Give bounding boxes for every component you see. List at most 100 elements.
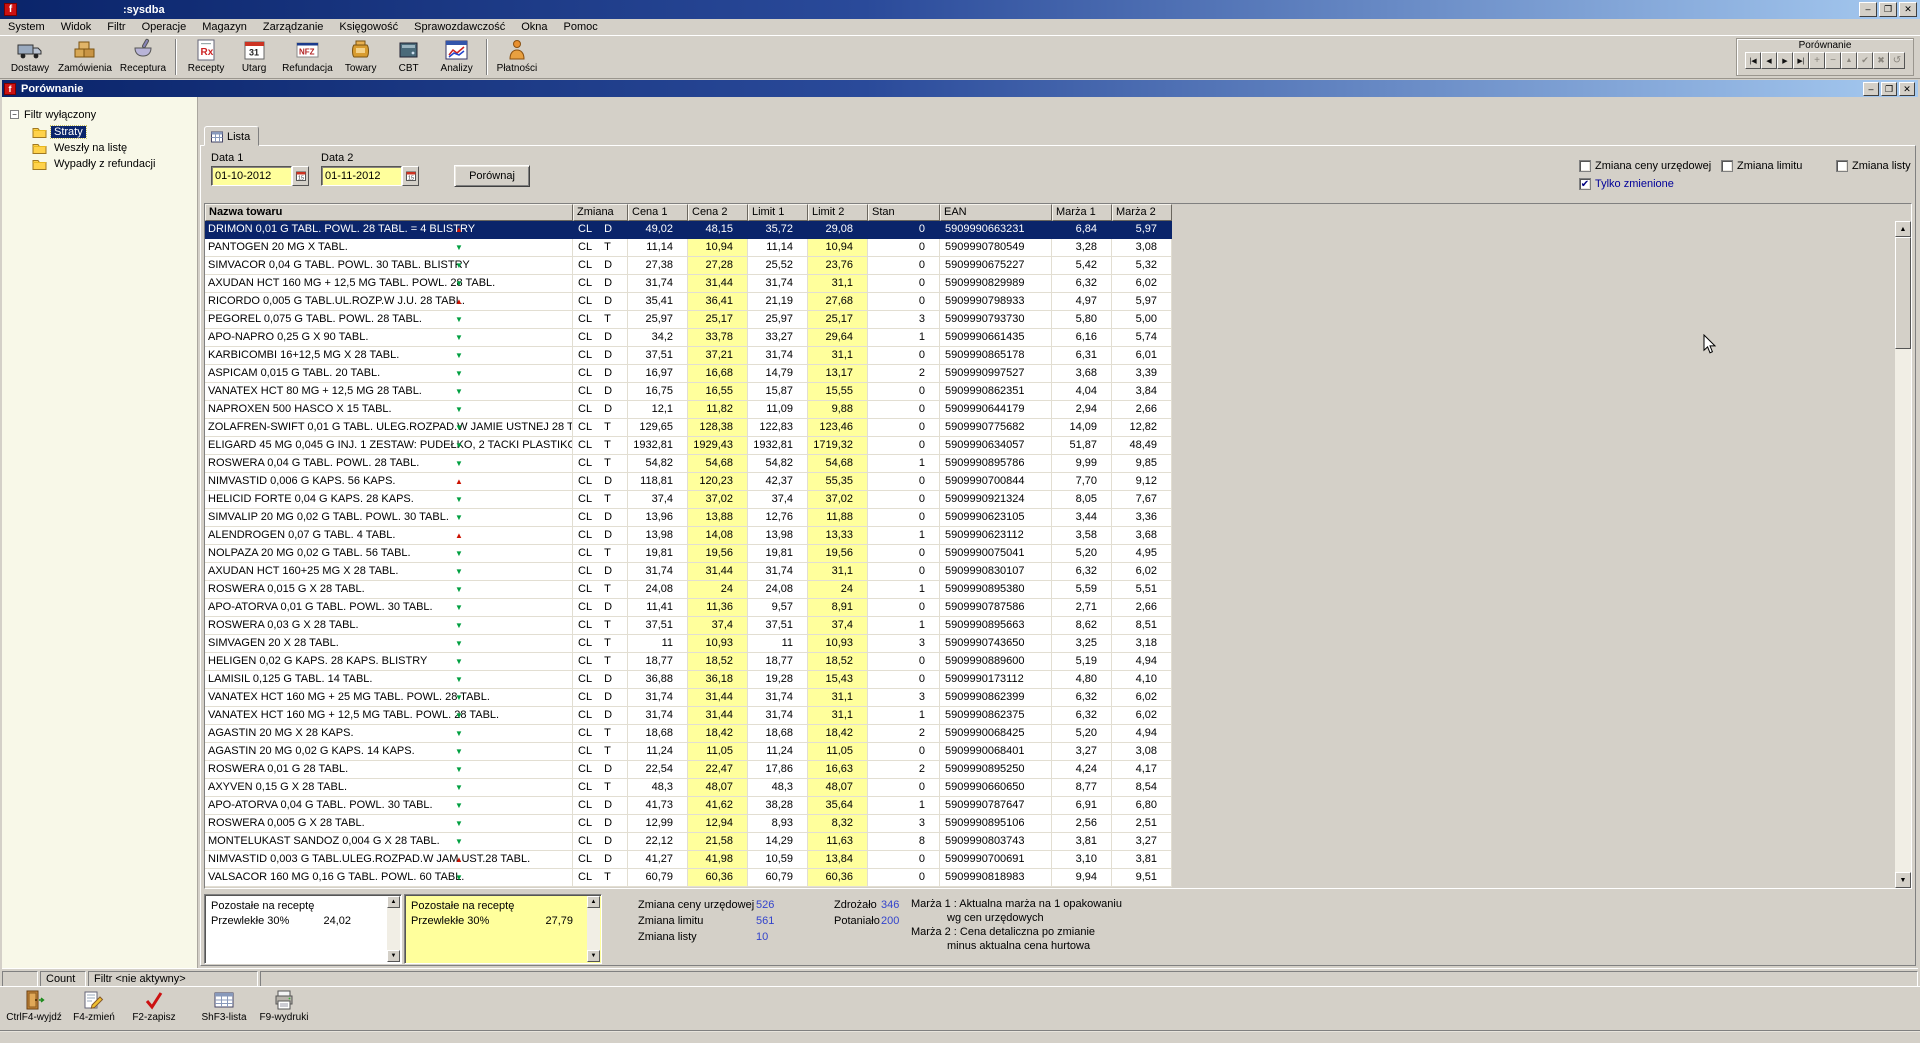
column-header[interactable]: Cena 1 (628, 204, 688, 221)
table-row[interactable]: SIMVACOR 0,04 G TABL. POWL. 30 TABL. BLI… (205, 257, 1172, 275)
table-row[interactable]: AGASTIN 20 MG 0,02 G KAPS. 14 KAPS. CLT … (205, 743, 1172, 761)
table-row[interactable]: APO-ATORVA 0,01 G TABL. POWL. 30 TABL. C… (205, 599, 1172, 617)
vertical-scrollbar[interactable]: ▲ ▼ (1895, 221, 1911, 888)
filter-checkbox[interactable]: Tylko zmienione (1579, 177, 1674, 191)
table-row[interactable]: AXUDAN HCT 160+25 MG X 28 TABL. CLD 31,7… (205, 563, 1172, 581)
scroll-up-icon[interactable]: ▲ (1895, 221, 1911, 237)
compare-button[interactable]: Porównaj (454, 165, 530, 187)
table-row[interactable]: SIMVAGEN 20 X 28 TABL. CLT 11 10,93 11 1… (205, 635, 1172, 653)
child-restore-button[interactable]: ❐ (1881, 82, 1897, 96)
column-header[interactable]: Limit 2 (808, 204, 868, 221)
column-header[interactable]: Marża 1 (1052, 204, 1112, 221)
date2-calendar-button[interactable]: 15 (402, 166, 419, 186)
table-row[interactable]: NAPROXEN 500 HASCO X 15 TABL. CLD 12,1 1… (205, 401, 1172, 419)
toolbar-button-towary[interactable]: Towary (337, 37, 385, 78)
table-row[interactable]: SIMVALIP 20 MG 0,02 G TABL. POWL. 30 TAB… (205, 509, 1172, 527)
tab-lista[interactable]: Lista (204, 126, 259, 146)
tree-collapse-icon[interactable]: − (10, 110, 19, 119)
memo1-scrollbar[interactable]: ▲▼ (387, 896, 400, 962)
menu-item[interactable]: System (0, 20, 53, 34)
column-header[interactable]: Stan (868, 204, 940, 221)
tree-item[interactable]: Straty (32, 124, 197, 139)
table-row[interactable]: ELIGARD 45 MG 0,045 G INJ. 1 ZESTAW: PUD… (205, 437, 1172, 455)
toolbar-button-recepty[interactable]: Rx Recepty (182, 37, 230, 78)
table-row[interactable]: ROSWERA 0,005 G X 28 TABL. CLD 12,99 12,… (205, 815, 1172, 833)
child-close-button[interactable]: ✕ (1899, 82, 1915, 96)
tree-item[interactable]: Wypadły z refundacji (32, 156, 197, 171)
close-button[interactable]: ✕ (1899, 2, 1917, 17)
app-icon[interactable]: f (4, 3, 17, 16)
toolbar-button-receptura[interactable]: Receptura (116, 37, 170, 78)
menu-item[interactable]: Widok (53, 20, 100, 34)
column-header[interactable]: EAN (940, 204, 1052, 221)
table-row[interactable]: AXUDAN HCT 160 MG + 12,5 MG TABL. POWL. … (205, 275, 1172, 293)
date1-calendar-button[interactable]: 15 (292, 166, 309, 186)
toolbar-button-zamowienia[interactable]: Zamówienia (54, 37, 116, 78)
menu-item[interactable]: Zarządzanie (255, 20, 332, 34)
navigator-button[interactable] (1761, 52, 1777, 69)
navigator-button[interactable] (1825, 52, 1841, 69)
table-row[interactable]: KARBICOMBI 16+12,5 MG X 28 TABL. CLD 37,… (205, 347, 1172, 365)
menu-item[interactable]: Operacje (134, 20, 195, 34)
filter-checkbox[interactable]: Zmiana ceny urzędowej (1579, 159, 1711, 173)
column-header[interactable]: Zmiana (573, 204, 628, 221)
navigator-button[interactable] (1745, 52, 1761, 69)
toolbar-button-platnosci[interactable]: Płatności (493, 37, 542, 78)
table-row[interactable]: VANATEX HCT 160 MG + 12,5 MG TABL. POWL.… (205, 707, 1172, 725)
date1-input[interactable] (211, 166, 292, 186)
menu-item[interactable]: Okna (513, 20, 555, 34)
table-row[interactable]: ROSWERA 0,03 G X 28 TABL. CLT 37,51 37,4… (205, 617, 1172, 635)
navigator-button[interactable] (1841, 52, 1857, 69)
table-row[interactable]: LAMISIL 0,125 G TABL. 14 TABL. CLD 36,88… (205, 671, 1172, 689)
table-row[interactable]: APO-NAPRO 0,25 G X 90 TABL. CLD 34,2 33,… (205, 329, 1172, 347)
navigator-button[interactable] (1809, 52, 1825, 69)
menu-item[interactable]: Filtr (99, 20, 133, 34)
table-row[interactable]: VANATEX HCT 160 MG + 25 MG TABL. POWL. 2… (205, 689, 1172, 707)
memo2-scrollbar[interactable]: ▲▼ (587, 896, 600, 962)
exit-button[interactable]: CtrlF4-wyjdź (4, 988, 64, 1030)
scroll-thumb[interactable] (1895, 237, 1911, 349)
child-window-icon[interactable]: f (4, 83, 16, 95)
navigator-button[interactable] (1857, 52, 1873, 69)
table-row[interactable]: RICORDO 0,005 G TABL.UL.ROZP.W J.U. 28 T… (205, 293, 1172, 311)
date2-input[interactable] (321, 166, 402, 186)
toolbar-button-cbt[interactable]: CBT (385, 37, 433, 78)
table-row[interactable]: NIMVASTID 0,006 G KAPS. 56 KAPS. CLD 118… (205, 473, 1172, 491)
table-row[interactable]: APO-ATORVA 0,04 G TABL. POWL. 30 TABL. C… (205, 797, 1172, 815)
tree-root-node[interactable]: − Filtr wyłączony (2, 107, 197, 122)
column-header[interactable]: Nazwa towaru (205, 204, 573, 221)
menu-item[interactable]: Księgowość (331, 20, 406, 34)
menu-item[interactable]: Magazyn (194, 20, 255, 34)
table-row[interactable]: ROSWERA 0,01 G 28 TABL. CLD 22,54 22,47 … (205, 761, 1172, 779)
filter-checkbox[interactable]: Zmiana limitu (1721, 159, 1802, 173)
table-row[interactable]: DRIMON 0,01 G TABL. POWL. 28 TABL. = 4 B… (205, 221, 1172, 239)
column-header[interactable]: Limit 1 (748, 204, 808, 221)
table-row[interactable]: ROSWERA 0,04 G TABL. POWL. 28 TABL. CLT … (205, 455, 1172, 473)
filter-checkbox[interactable]: Zmiana listy (1836, 159, 1911, 173)
print-button[interactable]: F9-wydruki (254, 988, 314, 1030)
table-row[interactable]: HELICID FORTE 0,04 G KAPS. 28 KAPS. CLT … (205, 491, 1172, 509)
save-button[interactable]: F2-zapisz (124, 988, 184, 1030)
menu-item[interactable]: Sprawozdawczość (406, 20, 513, 34)
toolbar-button-analizy[interactable]: Analizy (433, 37, 481, 78)
table-row[interactable]: NOLPAZA 20 MG 0,02 G TABL. 56 TABL. CLT … (205, 545, 1172, 563)
restore-button[interactable]: ❐ (1879, 2, 1897, 17)
navigator-button[interactable] (1777, 52, 1793, 69)
menu-item[interactable]: Pomoc (556, 20, 606, 34)
column-header[interactable]: Marża 2 (1112, 204, 1172, 221)
table-row[interactable]: AXYVEN 0,15 G X 28 TABL. CLT 48,3 48,07 … (205, 779, 1172, 797)
navigator-button[interactable] (1889, 52, 1905, 69)
edit-button[interactable]: F4-zmień (64, 988, 124, 1030)
table-row[interactable]: VANATEX HCT 80 MG + 12,5 MG 28 TABL. CLD… (205, 383, 1172, 401)
toolbar-button-dostawy[interactable]: Dostawy (6, 37, 54, 78)
table-row[interactable]: ASPICAM 0,015 G TABL. 20 TABL. CLD 16,97… (205, 365, 1172, 383)
table-row[interactable]: MONTELUKAST SANDOZ 0,004 G X 28 TABL. CL… (205, 833, 1172, 851)
table-row[interactable]: AGASTIN 20 MG X 28 KAPS. CLT 18,68 18,42… (205, 725, 1172, 743)
table-row[interactable]: PANTOGEN 20 MG X TABL. CLT 11,14 10,94 1… (205, 239, 1172, 257)
table-row[interactable]: VALSACOR 160 MG 0,16 G TABL. POWL. 60 TA… (205, 869, 1172, 887)
list-button[interactable]: ShF3-lista (194, 988, 254, 1030)
table-row[interactable]: ALENDROGEN 0,07 G TABL. 4 TABL. CLD 13,9… (205, 527, 1172, 545)
scroll-down-icon[interactable]: ▼ (1895, 872, 1911, 888)
tree-item[interactable]: Weszły na listę (32, 140, 197, 155)
minimize-button[interactable]: ‒ (1859, 2, 1877, 17)
